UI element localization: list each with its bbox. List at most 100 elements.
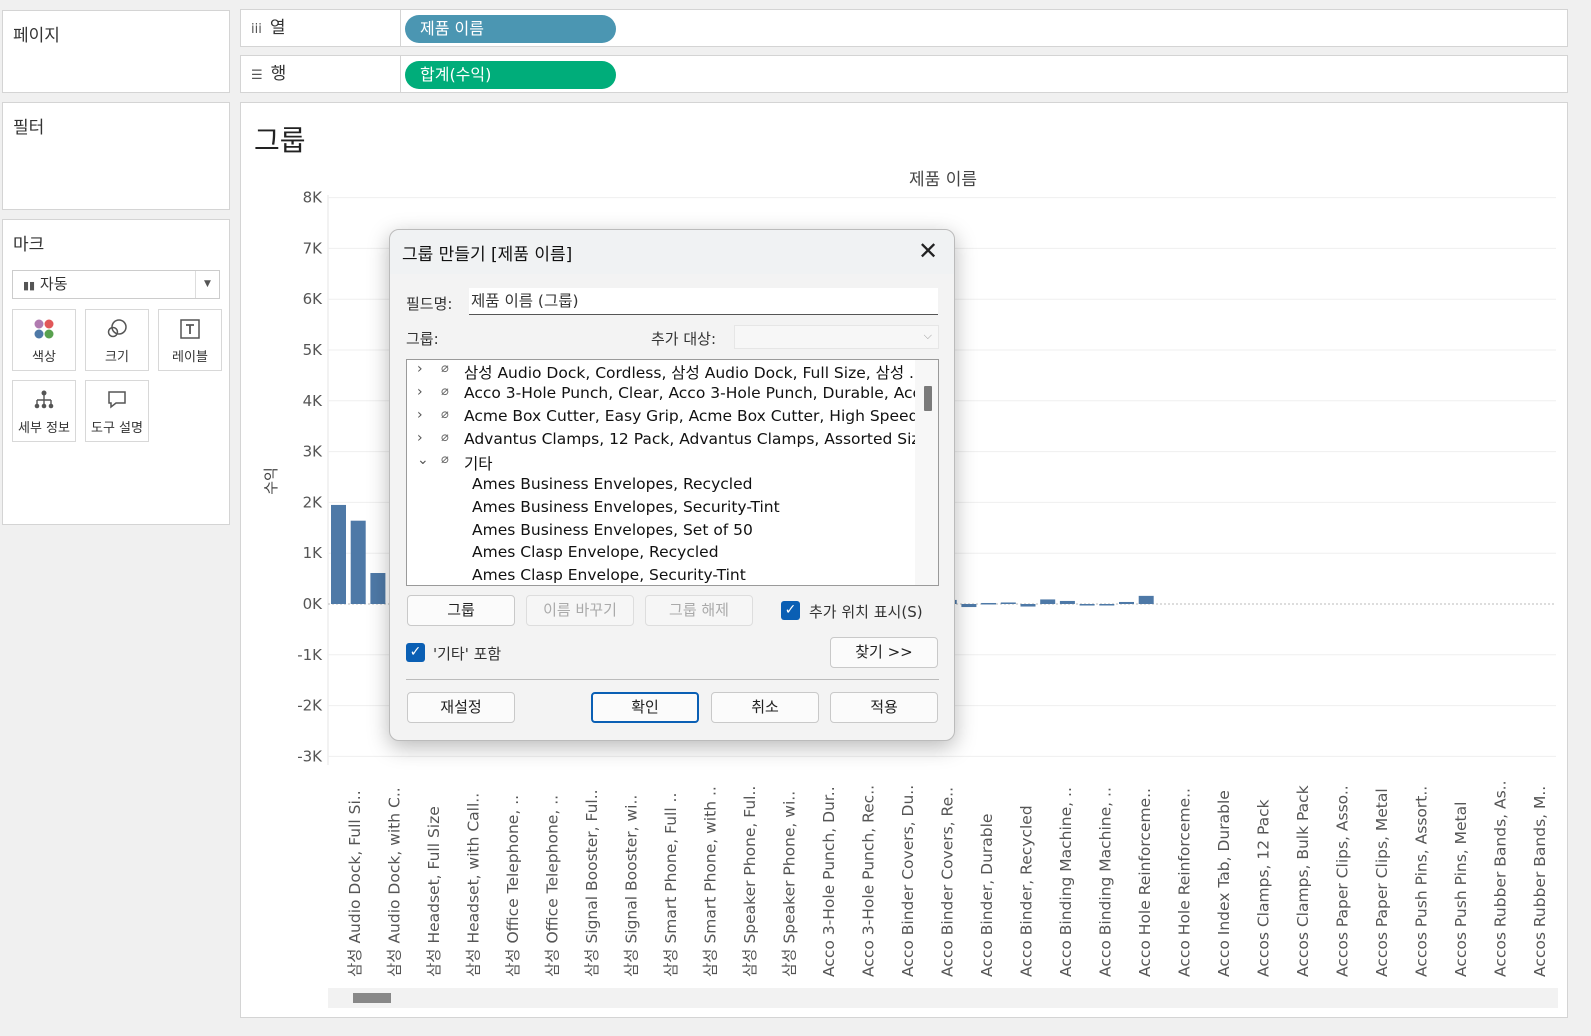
show-added-checkbox[interactable]: ✓ xyxy=(781,601,800,620)
y-tick-label: 0K xyxy=(303,595,324,613)
rename-button[interactable]: 이름 바꾸기 xyxy=(526,595,634,626)
color-icon xyxy=(13,310,75,346)
tree-leaf-row[interactable]: Ames Business Envelopes, Security-Tint xyxy=(407,497,917,519)
show-added-label: 추가 위치 표시(S) xyxy=(809,603,923,621)
revenue-bar[interactable] xyxy=(961,604,977,608)
chevron-right-icon[interactable]: › xyxy=(417,430,423,446)
field-name-input[interactable]: 제품 이름 (그룹) xyxy=(469,288,938,315)
y-tick-label: -3K xyxy=(297,747,323,765)
x-tick-label: 삼성 Signal Booster, wi.. xyxy=(623,795,641,977)
revenue-bar[interactable] xyxy=(370,573,386,604)
x-tick-label: 삼성 Headset, with Call.. xyxy=(465,793,483,977)
x-tick-label: Acco Hole Reinforceme.. xyxy=(1136,788,1154,977)
tree-group-row-other[interactable]: ⌄ ⌀ 기타 xyxy=(407,451,917,473)
revenue-bar[interactable] xyxy=(350,520,366,604)
x-tick-label: Accos Clamps, Bulk Pack xyxy=(1294,785,1312,977)
rows-shelf[interactable]: ☰ 행 합계(수익) xyxy=(240,55,1568,93)
group-tree[interactable]: › ⌀ 삼성 Audio Dock, Cordless, 삼성 Audio Dock… xyxy=(406,359,939,586)
groups-label: 그룹: xyxy=(406,330,439,348)
x-tick-label: Acco Binder, Recycled xyxy=(1018,805,1036,977)
dialog-divider xyxy=(406,679,939,680)
revenue-bar[interactable] xyxy=(1138,595,1154,604)
tree-leaf-row[interactable]: Ames Business Envelopes, Recycled xyxy=(407,474,917,496)
tree-leaf-row[interactable]: Ames Clasp Envelope, Security-Tint xyxy=(407,565,917,585)
size-button[interactable]: 크기 xyxy=(85,309,149,371)
tree-leaf-row[interactable]: Ames Clasp Envelope, Recycled xyxy=(407,542,917,564)
pages-card: 페이지 xyxy=(2,10,230,93)
tree-scrollbar-thumb[interactable] xyxy=(924,386,932,411)
ok-button[interactable]: 확인 xyxy=(591,692,699,723)
paperclip-icon: ⌀ xyxy=(441,452,449,467)
tree-group-row[interactable]: › ⌀ Acco 3-Hole Punch, Clear, Acco 3-Hole … xyxy=(407,383,917,405)
y-tick-label: 4K xyxy=(303,392,324,410)
columns-shelf-label: iii 열 xyxy=(241,10,401,46)
label-button[interactable]: 레이블 xyxy=(158,309,222,371)
color-label: 색상 xyxy=(32,350,56,365)
filters-title: 필터 xyxy=(13,118,45,138)
tree-group-row[interactable]: › ⌀ 삼성 Audio Dock, Cordless, 삼성 Audio Dock… xyxy=(407,360,917,382)
revenue-bar[interactable] xyxy=(1000,602,1016,604)
paperclip-icon: ⌀ xyxy=(441,430,449,445)
rows-pill[interactable]: 합계(수익) xyxy=(405,61,616,89)
x-tick-label: Acco Index Tab, Durable xyxy=(1215,790,1233,977)
paperclip-icon: ⌀ xyxy=(441,407,449,422)
size-label: 크기 xyxy=(105,350,129,365)
paperclip-icon: ⌀ xyxy=(441,361,449,376)
cancel-button[interactable]: 취소 xyxy=(711,692,819,723)
revenue-bar[interactable] xyxy=(1020,604,1036,607)
y-tick-label: -1K xyxy=(297,646,323,664)
x-tick-label: 삼성 Smart Phone, with .. xyxy=(702,786,720,977)
ungroup-button[interactable]: 그룹 해제 xyxy=(645,595,753,626)
chevron-down-icon[interactable]: ⌄ xyxy=(417,452,429,468)
color-button[interactable]: 색상 xyxy=(12,309,76,371)
chevron-right-icon[interactable]: › xyxy=(417,384,423,400)
x-tick-label: Accos Paper Clips, Asso.. xyxy=(1334,785,1352,977)
reset-button[interactable]: 재설정 xyxy=(407,692,515,723)
dialog-titlebar[interactable]: 그룹 만들기 [제품 이름] ✕ xyxy=(390,230,954,274)
columns-pill[interactable]: 제품 이름 xyxy=(405,15,616,43)
tree-group-row[interactable]: › ⌀ Advantus Clamps, 12 Pack, Advantus Cla… xyxy=(407,429,917,451)
add-to-select[interactable]: ⌵ xyxy=(734,325,939,349)
tree-scrollbar[interactable] xyxy=(915,360,938,585)
include-other-checkbox[interactable]: ✓ xyxy=(406,643,425,662)
x-tick-label: 삼성 Audio Dock, with C.. xyxy=(386,787,404,977)
columns-shelf[interactable]: iii 열 제품 이름 xyxy=(240,9,1568,47)
sheet-title: 그룹 xyxy=(254,124,306,157)
tree-leaf-row[interactable]: Ames Business Envelopes, Set of 50 xyxy=(407,520,917,542)
column-header: 제품 이름 xyxy=(909,170,977,190)
label-label: 레이블 xyxy=(172,350,208,365)
mark-type-dropdown[interactable]: ▮▮ 자동 ▼ xyxy=(12,270,220,299)
x-tick-label: 삼성 Audio Dock, Full Si.. xyxy=(346,790,364,977)
horizontal-scrollbar[interactable] xyxy=(328,988,1558,1008)
x-tick-label: Acco Binding Machine, .. xyxy=(1097,787,1115,977)
revenue-bar[interactable] xyxy=(1079,604,1095,606)
revenue-bar[interactable] xyxy=(1040,599,1056,604)
y-tick-label: 7K xyxy=(303,239,324,257)
tree-group-row[interactable]: › ⌀ Acme Box Cutter, Easy Grip, Acme Box C… xyxy=(407,406,917,428)
revenue-bar[interactable] xyxy=(331,504,346,604)
chevron-right-icon[interactable]: › xyxy=(417,407,423,423)
marks-title: 마크 xyxy=(13,235,45,255)
revenue-bar[interactable] xyxy=(1119,601,1134,604)
size-icon xyxy=(86,310,148,346)
chevron-right-icon[interactable]: › xyxy=(417,361,423,377)
tooltip-button[interactable]: 도구 설명 xyxy=(85,380,149,442)
include-other-label: '기타' 포함 xyxy=(433,645,502,663)
rows-icon: ☰ xyxy=(251,68,263,83)
dialog-title: 그룹 만들기 [제품 이름] xyxy=(402,245,573,265)
find-button[interactable]: 찾기 >> xyxy=(830,637,938,668)
group-button[interactable]: 그룹 xyxy=(407,595,515,626)
apply-button[interactable]: 적용 xyxy=(830,692,938,723)
hierarchy-icon xyxy=(13,381,75,417)
detail-button[interactable]: 세부 정보 xyxy=(12,380,76,442)
create-group-dialog: 그룹 만들기 [제품 이름] ✕ 필드명: 제품 이름 (그룹) 그룹: 추가 … xyxy=(389,229,955,741)
marks-card: 마크 ▮▮ 자동 ▼ 색상 크기 레이블 세부 정보 도구 설명 xyxy=(2,219,230,525)
filters-card[interactable]: 필터 xyxy=(2,102,230,210)
tooltip-label: 도구 설명 xyxy=(91,421,143,436)
close-icon[interactable]: ✕ xyxy=(912,235,944,267)
revenue-bar[interactable] xyxy=(1099,604,1115,606)
scrollbar-thumb[interactable] xyxy=(353,993,391,1003)
revenue-bar[interactable] xyxy=(1059,600,1075,604)
bar-chart-icon: ▮▮ xyxy=(23,279,36,292)
revenue-bar[interactable] xyxy=(981,602,997,605)
